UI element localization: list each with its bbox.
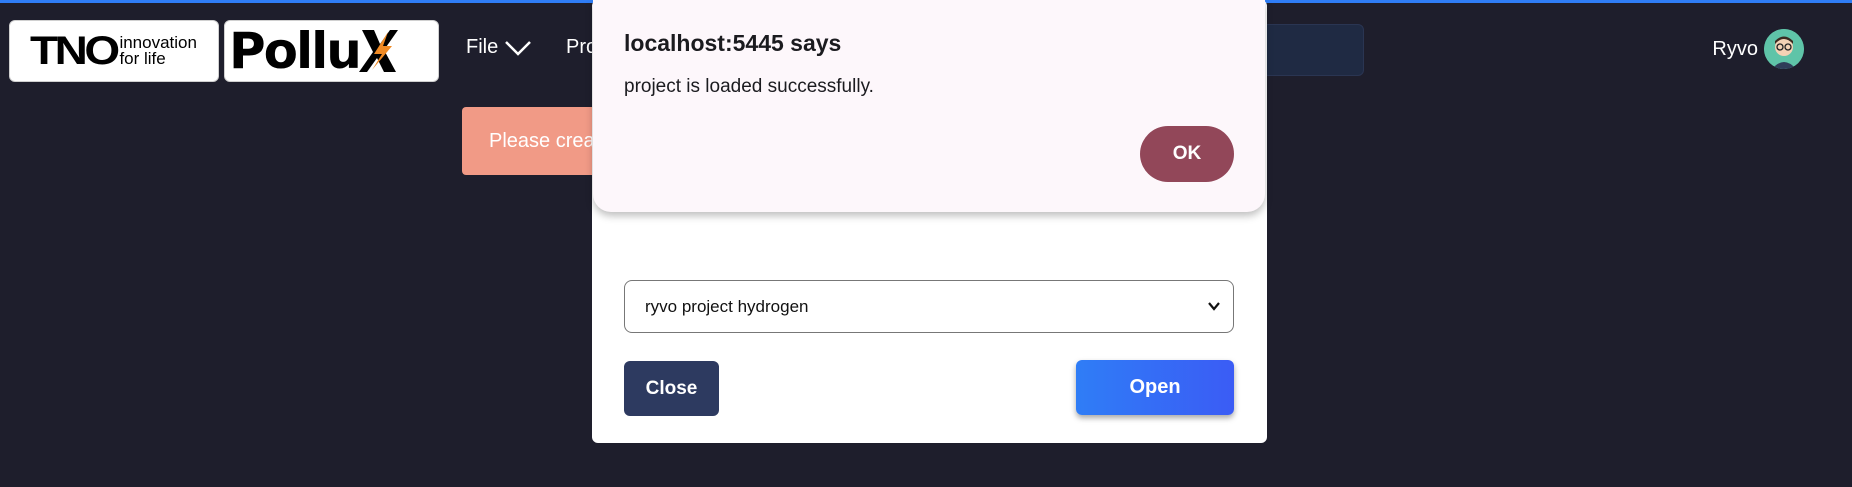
chevron-down-icon xyxy=(505,40,532,56)
search-input[interactable] xyxy=(1262,24,1364,76)
chevron-down-icon xyxy=(1208,302,1220,311)
ok-button[interactable]: OK xyxy=(1140,126,1234,182)
pollux-logo-text: Pollu xyxy=(229,22,398,80)
project-select-value: ryvo project hydrogen xyxy=(645,296,809,316)
project-select[interactable]: ryvo project hydrogen xyxy=(624,280,1234,333)
menu-file-label: File xyxy=(466,36,499,58)
ok-button-label: OK xyxy=(1172,143,1202,164)
avatar xyxy=(1764,29,1804,69)
dialog-message: project is loaded successfully. xyxy=(624,76,874,97)
dialog-title: localhost:5445 says xyxy=(624,30,842,56)
tno-logo[interactable]: TNO innovation for life xyxy=(9,20,219,82)
browser-alert-dialog: localhost:5445 says project is loaded su… xyxy=(593,0,1265,212)
user-menu[interactable]: Ryvo xyxy=(1712,29,1804,69)
tno-tagline-line2: for life xyxy=(119,49,166,68)
tno-tagline: innovation for life xyxy=(119,34,197,68)
pollux-logo[interactable]: Pollu xyxy=(224,20,439,82)
open-button[interactable]: Open xyxy=(1076,360,1234,415)
user-name: Ryvo xyxy=(1712,37,1758,60)
pollux-logo-word: Pollu xyxy=(229,22,362,80)
menu-file[interactable]: File xyxy=(466,36,532,59)
user-avatar-icon xyxy=(1764,29,1804,69)
open-button-label: Open xyxy=(1129,376,1181,398)
banner-text: Please creat xyxy=(489,129,601,152)
tno-logo-mark: TNO xyxy=(30,28,120,73)
close-button[interactable]: Close xyxy=(624,361,719,416)
lightning-x-icon xyxy=(358,30,398,72)
close-button-label: Close xyxy=(645,377,698,399)
